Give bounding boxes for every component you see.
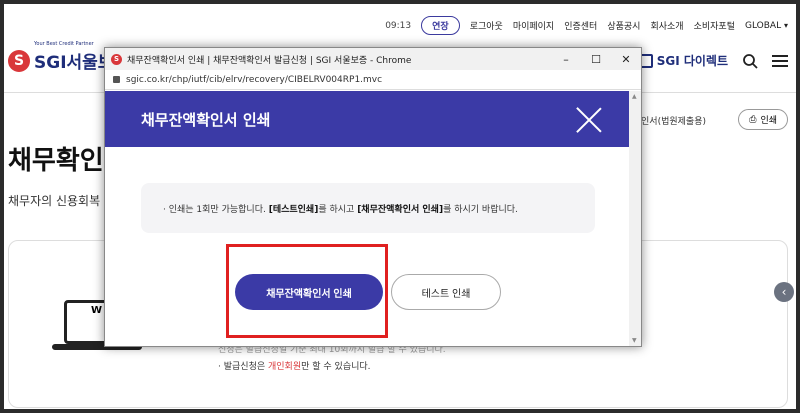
lock-icon [113, 76, 120, 83]
company-link[interactable]: 회사소개 [650, 19, 683, 32]
maximize-icon[interactable]: ☐ [581, 53, 611, 66]
sgi-direct-label: SGI 다이렉트 [656, 54, 728, 68]
chevron-left-icon: ‹ [781, 285, 787, 299]
personal-member-text: 개인회원 [268, 362, 302, 372]
consumer-portal-link[interactable]: 소비자포털 [694, 19, 735, 32]
global-label: GLOBAL [745, 20, 782, 31]
popup-heading: 채무잔액확인서 인쇄 [141, 110, 271, 129]
popup-scrollbar[interactable]: ▲ ▼ [629, 91, 641, 346]
test-print-button[interactable]: 테스트 인쇄 [391, 274, 501, 310]
utility-bar: 09:13 연장 로그아웃 마이페이지 인증센터 상품공시 회사소개 소비자포털… [385, 16, 788, 35]
page-title: 채무확인 [8, 146, 104, 176]
close-window-icon[interactable]: ✕ [611, 53, 641, 66]
popup-window-title: 채무잔액확인서 인쇄 | 채무잔액확인서 발급신청 | SGI 서울보증 - C… [127, 55, 412, 66]
minimize-icon[interactable]: – [551, 53, 581, 66]
print-info-box: · 인쇄는 1회만 가능합니다. [테스트인쇄]를 하시고 [채무잔액확인서 인… [141, 183, 595, 233]
popup-url-bar[interactable]: sgic.co.kr/chp/iutf/cib/elrv/recovery/CI… [105, 70, 641, 90]
session-time: 09:13 [385, 20, 412, 31]
page: 09:13 연장 로그아웃 마이페이지 인증센터 상품공시 회사소개 소비자포털… [4, 4, 796, 409]
page-print-label: 인쇄 [760, 116, 777, 126]
global-menu[interactable]: GLOBAL ▾ [745, 21, 788, 31]
product-notice-link[interactable]: 상품공시 [607, 19, 640, 32]
cert-center-link[interactable]: 인증센터 [564, 19, 597, 32]
highlight-box [226, 244, 388, 338]
logout-link[interactable]: 로그아웃 [470, 19, 503, 32]
site-logo[interactable]: Your Best Credit Partner S SGI서울보 [8, 41, 114, 73]
close-icon[interactable] [575, 105, 603, 133]
popup-header: 채무잔액확인서 인쇄 [105, 91, 629, 147]
logo-tagline: Your Best Credit Partner [34, 41, 94, 47]
page-description: 채무자의 신용회복 [8, 194, 101, 208]
chevron-down-icon: ▾ [783, 20, 788, 30]
extend-session-button[interactable]: 연장 [421, 16, 460, 35]
search-icon[interactable] [742, 53, 758, 69]
sgi-logo-icon: S [8, 49, 30, 72]
sgi-direct-link[interactable]: SGI 다이렉트 [638, 52, 728, 69]
page-print-button[interactable]: ⎙ 인쇄 [738, 109, 788, 130]
scroll-up-icon[interactable]: ▲ [632, 93, 637, 100]
popup-url: sgic.co.kr/chp/iutf/cib/elrv/recovery/CI… [126, 74, 383, 85]
header-actions: SGI 다이렉트 [638, 52, 788, 69]
member-note: · 발급신청은 개인회원만 할 수 있습니다. [218, 362, 371, 372]
scroll-down-icon[interactable]: ▼ [632, 337, 637, 344]
window-controls: – ☐ ✕ [551, 53, 641, 66]
printer-icon: ⎙ [749, 114, 757, 125]
sgi-favicon-icon: S [111, 53, 122, 65]
mypage-link[interactable]: 마이페이지 [513, 19, 554, 32]
logo-text: SGI서울보 [34, 53, 114, 73]
popup-titlebar[interactable]: S 채무잔액확인서 인쇄 | 채무잔액확인서 발급신청 | SGI 서울보증 -… [105, 48, 641, 70]
slider-prev-button[interactable]: ‹ [774, 282, 794, 302]
menu-icon[interactable] [772, 54, 788, 68]
